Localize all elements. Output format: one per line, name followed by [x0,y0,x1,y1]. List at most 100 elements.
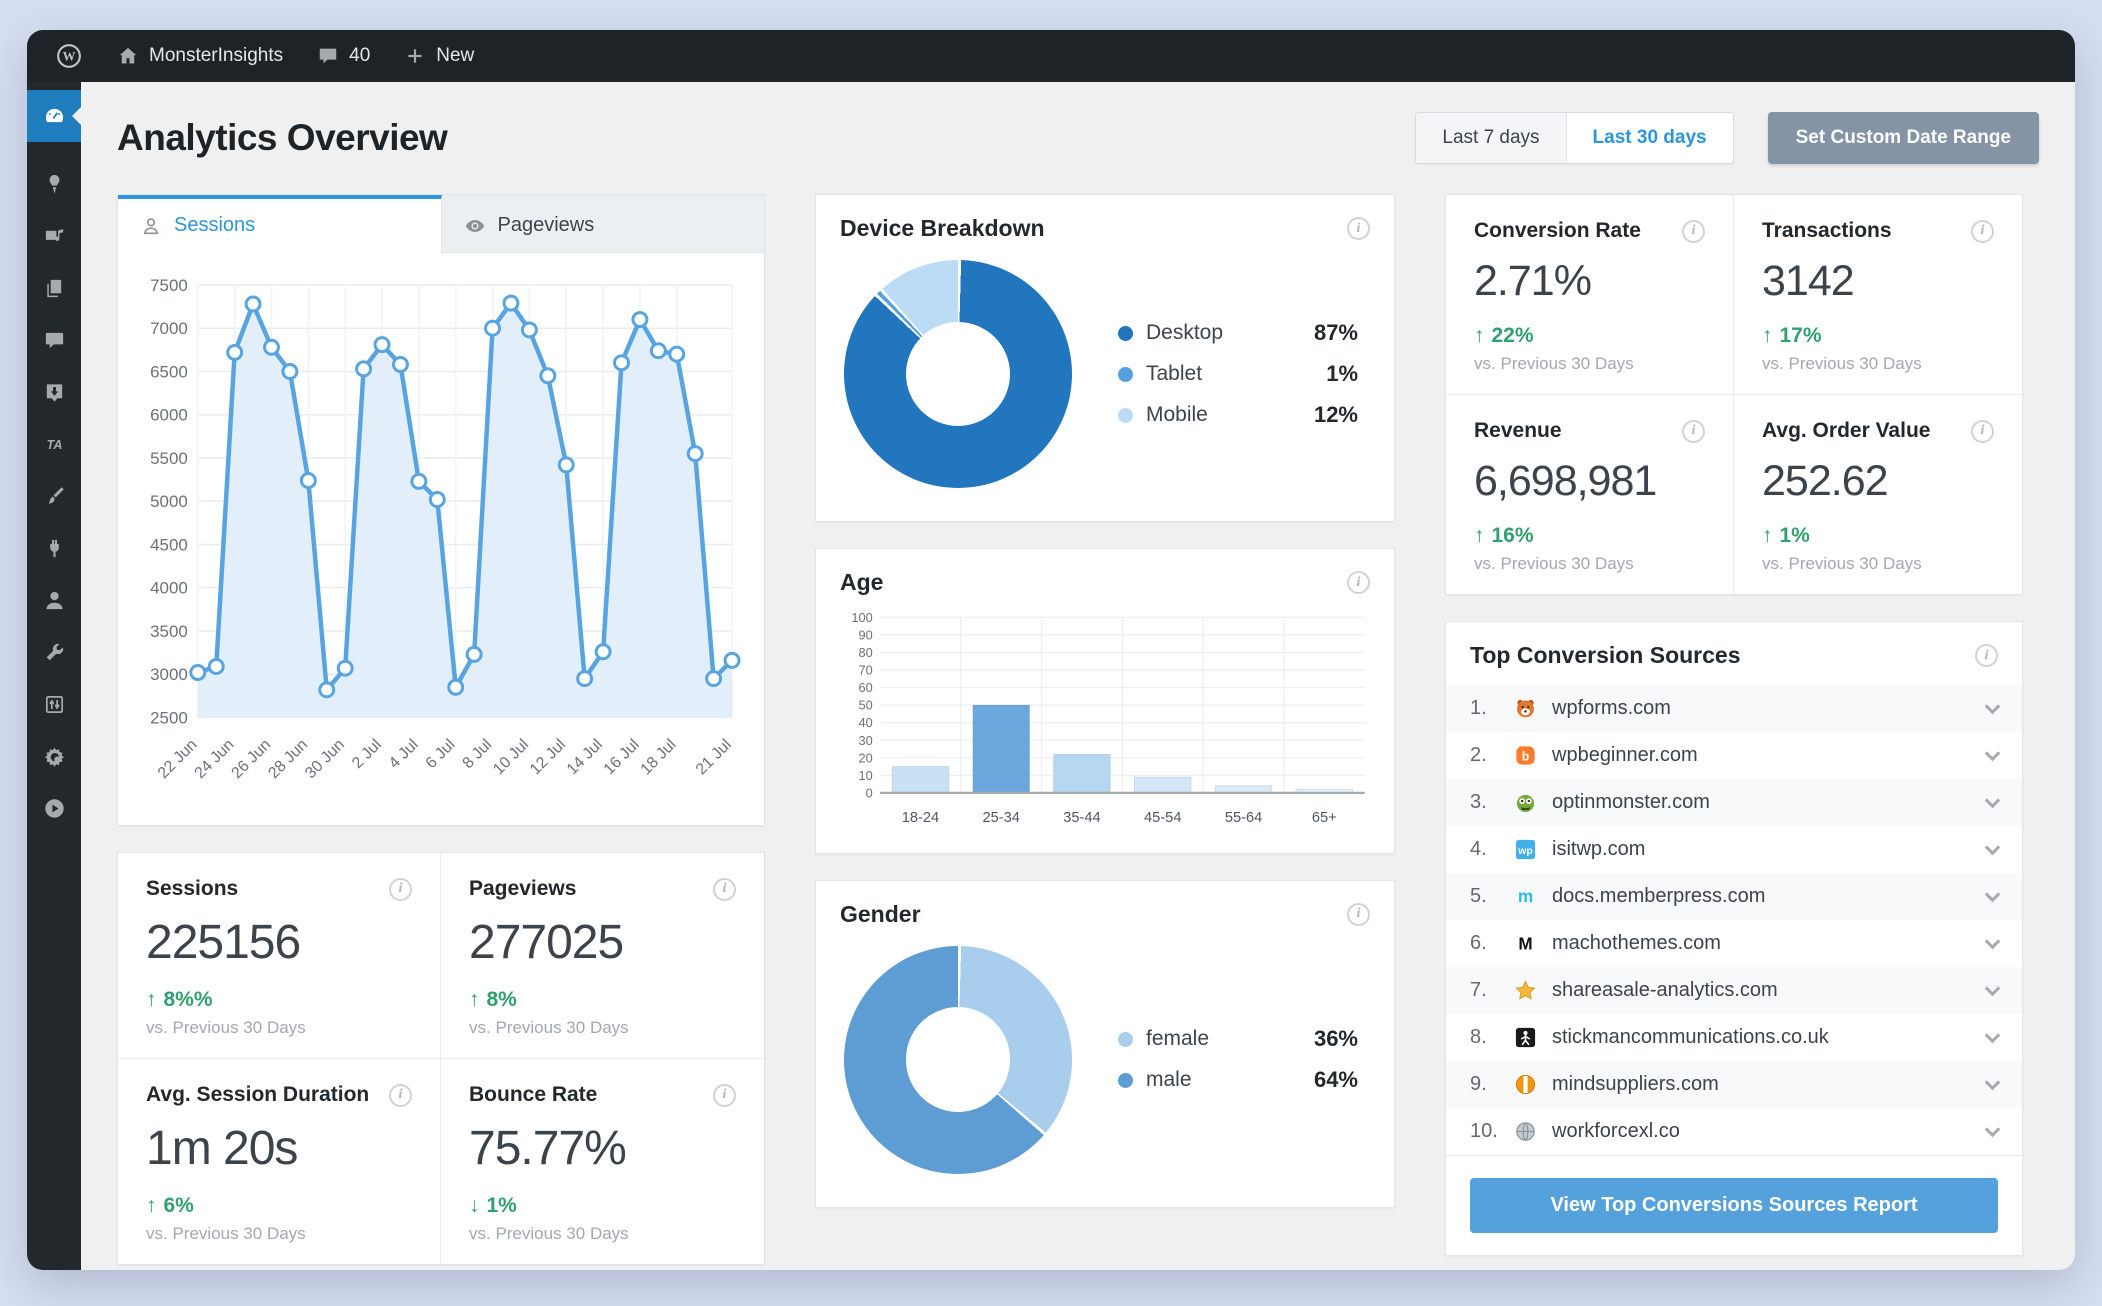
wordpress-menu[interactable]: W [55,42,83,70]
legend-label: Desktop [1146,321,1224,344]
chevron-down-icon[interactable] [1984,933,2001,949]
svg-text:70: 70 [859,663,873,678]
plus-icon [404,45,426,67]
tab-pageviews[interactable]: Pageviews [441,195,764,253]
gender-card: Gender i female 36% male 64% [815,879,1395,1208]
view-top-conversions-report-button[interactable]: View Top Conversions Sources Report [1470,1178,1998,1233]
sidebar-item-seedprod[interactable] [27,730,81,782]
svg-text:W: W [63,50,76,64]
svg-text:b: b [1522,749,1530,763]
legend-mobile: Mobile 12% [1118,402,1358,428]
sidebar-item-pages[interactable] [27,262,81,314]
sidebar-item-video[interactable] [27,782,81,834]
info-icon[interactable]: i [1975,644,1998,667]
chevron-down-icon[interactable] [1984,1027,2001,1043]
stat-card-conversion-rate: Conversion Rate i 2.71% ↑ 22% vs. Previous 30… [1446,195,1734,395]
source-row-docs-memberpress-com[interactable]: 5. m docs.memberpress.com [1446,873,2022,920]
stat-compare-label: vs. Previous 30 Days [1474,554,1634,573]
info-icon[interactable]: i [1682,219,1705,243]
user-icon [43,589,66,612]
info-icon[interactable]: i [713,877,736,901]
sidebar-item-ta[interactable]: TA [27,418,81,470]
set-custom-date-range-button[interactable]: Set Custom Date Range [1767,112,2039,164]
source-domain: machothemes.com [1552,932,1721,954]
sidebar-item-downloads[interactable] [27,366,81,418]
last-7-days-button[interactable]: Last 7 days [1416,113,1567,163]
info-icon[interactable]: i [1347,571,1370,594]
source-row-shareasale-analytics-com[interactable]: 7. shareasale-analytics.com [1446,967,2022,1014]
svg-text:35-44: 35-44 [1063,810,1100,826]
source-row-isitwp-com[interactable]: 4. wp isitwp.com [1446,826,2022,873]
down-arrow-icon: ↓ [469,1194,480,1218]
new-content-menu[interactable]: New [404,45,474,67]
svg-text:18-24: 18-24 [902,810,939,826]
source-row-mindsuppliers-com[interactable]: 9. mindsuppliers.com [1446,1061,2022,1108]
source-domain: mindsuppliers.com [1552,1073,1719,1095]
chevron-down-icon[interactable] [1984,886,2001,902]
legend-label: Mobile [1146,403,1208,426]
stat-card-avg-session-duration: Avg. Session Duration i 1m 20s ↑ 6% vs. Previ… [118,1059,441,1265]
sidebar-item-appearance[interactable] [27,470,81,522]
sidebar-item-dashboard[interactable] [27,90,81,142]
sidebar-item-tools[interactable] [27,626,81,678]
source-row-machothemes-com[interactable]: 6. Mmachothemes.com [1446,920,2022,967]
media-icon [43,225,66,248]
sidebar-item-comments[interactable] [27,314,81,366]
stat-card-revenue: Revenue i 6,698,981 ↑ 16% vs. Previous 30 Day… [1446,395,1734,594]
gender-legend: female 36% male 64% [1118,1026,1366,1093]
svg-text:100: 100 [851,610,872,625]
sessions-chart-card: Sessions Pageviews 2500 3000 3500 4000 4500 5… [117,194,765,827]
source-rank: 6. [1470,932,1487,954]
sidebar-item-users[interactable] [27,574,81,626]
chevron-down-icon[interactable] [1984,1121,2001,1137]
tab-sessions[interactable]: Sessions [118,195,442,253]
comments-admin-menu[interactable]: 40 [317,45,370,67]
stat-delta: ↑ 22% [1474,324,1534,347]
last-30-days-button[interactable]: Last 30 days [1566,113,1733,163]
optinmonster-favicon [1514,791,1537,814]
svg-text:50: 50 [859,698,873,713]
sidebar-item-media[interactable] [27,210,81,262]
source-row-optinmonster-com[interactable]: 3. optinmonster.com [1446,779,2022,826]
date-range-controls: Last 7 days Last 30 days Set Custom Date… [1415,112,2039,164]
chevron-down-icon[interactable] [1984,1074,2001,1090]
stat-label: Conversion Rate [1474,219,1641,242]
source-row-stickmancommunications-co-uk[interactable]: 8. stickmancommunications.co.uk [1446,1014,2022,1061]
sessions-line-chart: 2500 3000 3500 4000 4500 5000 5500 6000 6500 7000… [118,253,764,825]
info-icon[interactable]: i [1971,419,1994,443]
info-icon[interactable]: i [389,1083,412,1107]
stat-compare-label: vs. Previous 30 Days [1762,354,1922,373]
page-title: Analytics Overview [117,117,448,158]
info-icon[interactable]: i [1347,217,1370,240]
sidebar-item-settings[interactable] [27,678,81,730]
stickman-favicon [1514,1026,1537,1049]
source-row-workforcexl-co[interactable]: 10. workforcexl.co [1446,1108,2022,1155]
info-icon[interactable]: i [1971,219,1994,243]
chevron-down-icon[interactable] [1984,839,2001,855]
chevron-down-icon[interactable] [1984,698,2001,714]
svg-text:3000: 3000 [150,665,188,684]
info-icon[interactable]: i [1347,902,1370,926]
source-domain: isitwp.com [1552,838,1646,860]
site-name-menu[interactable]: MonsterInsights [117,45,283,67]
svg-text:4000: 4000 [150,579,188,598]
legend-label: male [1146,1068,1192,1092]
gender-title: Gender [840,900,921,927]
up-arrow-icon: ↑ [1762,324,1773,347]
person-icon [140,215,162,237]
sidebar-item-plugins[interactable] [27,522,81,574]
chevron-down-icon[interactable] [1984,792,2001,808]
chevron-down-icon[interactable] [1984,745,2001,761]
svg-text:6 Jul: 6 Jul [423,736,459,772]
chevron-down-icon[interactable] [1984,980,2001,996]
sidebar-item-posts[interactable] [27,158,81,210]
info-icon[interactable]: i [389,877,412,901]
sliders-icon [43,693,66,716]
info-icon[interactable]: i [1682,419,1705,443]
ecommerce-stats-card: Conversion Rate i 2.71% ↑ 22% vs. Previous 30… [1445,194,2023,595]
info-icon[interactable]: i [713,1083,736,1107]
source-row-wpbeginner-com[interactable]: 2. b wpbeginner.com [1446,732,2022,779]
pages-icon [43,277,66,300]
source-row-wpforms-com[interactable]: 1. wpforms.com [1446,685,2022,732]
stat-delta: ↑ 8% [469,988,517,1012]
